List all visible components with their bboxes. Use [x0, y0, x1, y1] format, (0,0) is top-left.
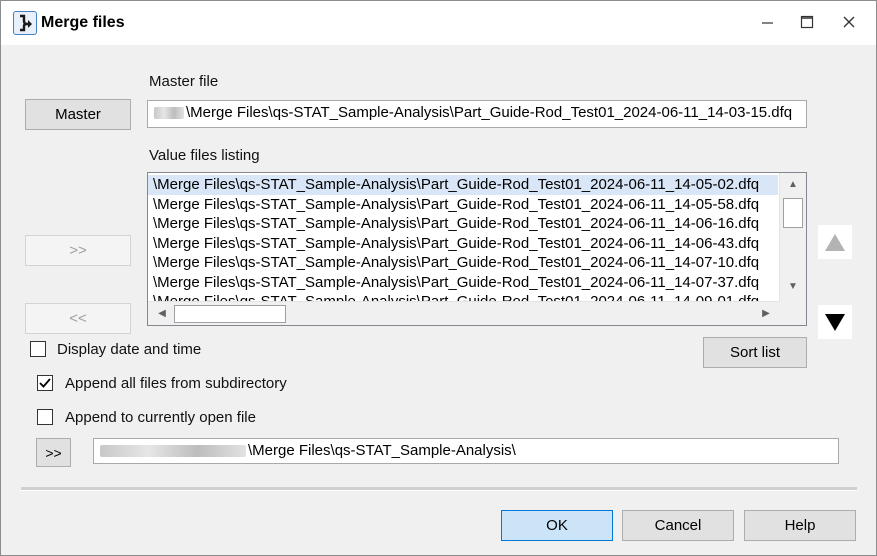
- vertical-scroll-thumb[interactable]: [783, 198, 803, 228]
- directory-path-field[interactable]: \Merge Files\qs-STAT_Sample-Analysis\: [93, 438, 839, 464]
- horizontal-scrollbar[interactable]: ◀ ▶: [148, 301, 779, 325]
- merge-files-dialog: Merge files Master file Master \Merge Fi…: [0, 0, 877, 556]
- close-icon: [843, 16, 855, 28]
- remove-files-button[interactable]: <<: [25, 303, 131, 334]
- minimize-icon: [762, 22, 773, 24]
- triangle-down-icon: [825, 314, 845, 331]
- list-item[interactable]: \Merge Files\qs-STAT_Sample-Analysis\Par…: [148, 175, 778, 195]
- vertical-scrollbar[interactable]: ▲ ▼: [779, 173, 806, 301]
- sort-list-button[interactable]: Sort list: [703, 337, 807, 368]
- title-bar: Merge files: [1, 1, 876, 45]
- master-file-path-text: \Merge Files\qs-STAT_Sample-Analysis\Par…: [186, 104, 793, 121]
- list-item[interactable]: \Merge Files\qs-STAT_Sample-Analysis\Par…: [148, 253, 778, 273]
- value-files-listbox[interactable]: \Merge Files\qs-STAT_Sample-Analysis\Par…: [147, 172, 807, 326]
- directory-path-text: \Merge Files\qs-STAT_Sample-Analysis\: [248, 442, 516, 459]
- display-date-time-label: Display date and time: [57, 341, 202, 358]
- scroll-down-arrow-icon[interactable]: ▼: [782, 277, 804, 297]
- display-date-time-checkbox[interactable]: [30, 341, 46, 357]
- footer-separator: [21, 487, 857, 491]
- move-up-button[interactable]: [818, 225, 852, 259]
- append-open-file-label: Append to currently open file: [65, 409, 256, 426]
- master-file-label: Master file: [149, 73, 219, 90]
- triangle-up-icon: [825, 234, 845, 251]
- maximize-button[interactable]: [789, 7, 825, 37]
- cancel-button[interactable]: Cancel: [622, 510, 734, 541]
- merge-app-icon: [13, 11, 37, 35]
- list-item[interactable]: \Merge Files\qs-STAT_Sample-Analysis\Par…: [148, 214, 778, 234]
- list-item[interactable]: \Merge Files\qs-STAT_Sample-Analysis\Par…: [148, 292, 778, 301]
- close-button[interactable]: [831, 7, 867, 37]
- append-subdirectory-label: Append all files from subdirectory: [65, 375, 287, 392]
- scroll-up-arrow-icon[interactable]: ▲: [782, 175, 804, 195]
- list-item[interactable]: \Merge Files\qs-STAT_Sample-Analysis\Par…: [148, 273, 778, 293]
- add-files-button[interactable]: >>: [25, 235, 131, 266]
- append-open-file-checkbox[interactable]: [37, 409, 53, 425]
- master-button[interactable]: Master: [25, 99, 131, 130]
- value-files-label: Value files listing: [149, 147, 260, 164]
- scroll-right-arrow-icon[interactable]: ▶: [756, 304, 776, 324]
- scrollbar-corner: [779, 301, 806, 325]
- window-title: Merge files: [41, 14, 125, 31]
- help-button[interactable]: Help: [744, 510, 856, 541]
- list-item[interactable]: \Merge Files\qs-STAT_Sample-Analysis\Par…: [148, 234, 778, 254]
- list-item[interactable]: \Merge Files\qs-STAT_Sample-Analysis\Par…: [148, 195, 778, 215]
- redacted-path-prefix: [100, 445, 246, 458]
- ok-button[interactable]: OK: [501, 510, 613, 541]
- scroll-left-arrow-icon[interactable]: ◀: [152, 304, 172, 324]
- value-files-items: \Merge Files\qs-STAT_Sample-Analysis\Par…: [148, 175, 778, 301]
- minimize-button[interactable]: [749, 7, 785, 37]
- master-file-path-field[interactable]: \Merge Files\qs-STAT_Sample-Analysis\Par…: [147, 100, 807, 128]
- browse-directory-button[interactable]: >>: [36, 438, 71, 467]
- horizontal-scroll-thumb[interactable]: [174, 305, 286, 323]
- redacted-path-prefix: [154, 107, 184, 120]
- append-subdirectory-checkbox[interactable]: [37, 375, 53, 391]
- move-down-button[interactable]: [818, 305, 852, 339]
- maximize-icon: [800, 15, 814, 29]
- checkmark-icon: [39, 378, 51, 388]
